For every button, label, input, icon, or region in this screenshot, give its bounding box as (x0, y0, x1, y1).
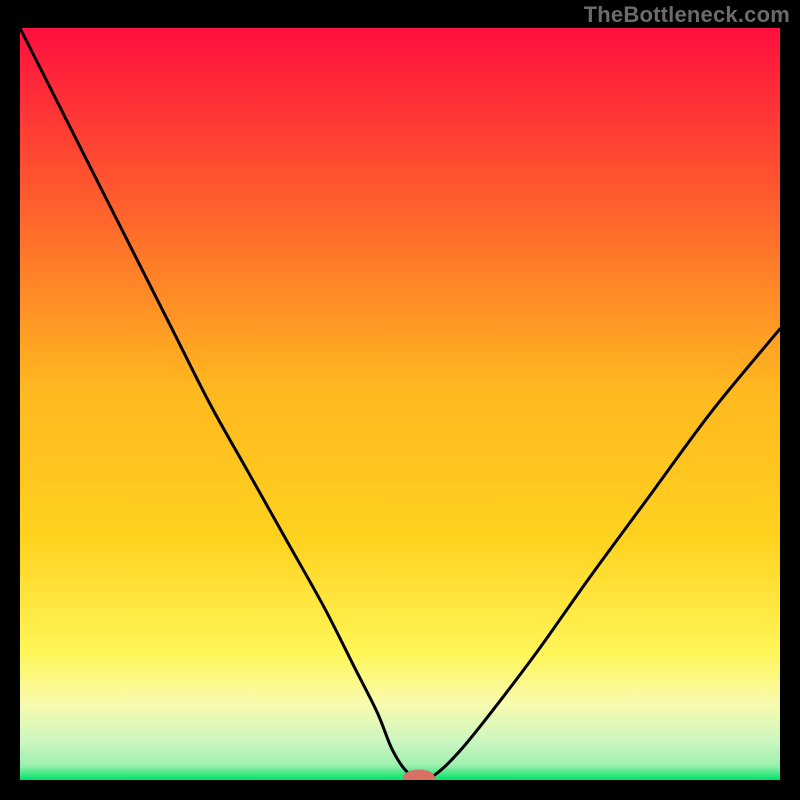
watermark-text: TheBottleneck.com (584, 2, 790, 28)
gradient-background (20, 28, 780, 780)
plot-area (20, 28, 780, 780)
chart-frame: TheBottleneck.com (0, 0, 800, 800)
chart-svg (20, 28, 780, 780)
